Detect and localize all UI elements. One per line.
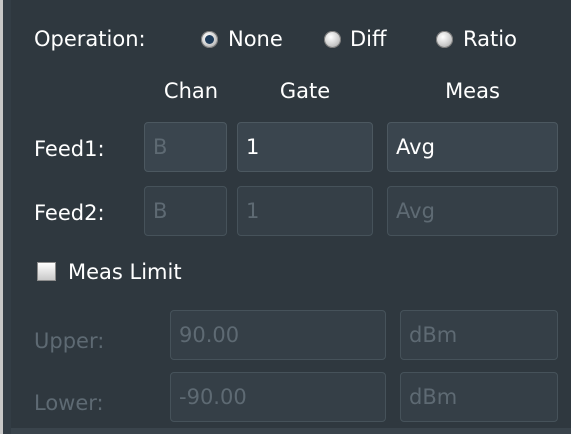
meas-limit-label: Meas Limit	[68, 260, 182, 284]
upper-label: Upper:	[34, 329, 105, 353]
feed1-label: Feed1:	[34, 137, 105, 161]
panel-bottom-strip	[11, 428, 571, 434]
column-header-meas: Meas	[445, 79, 500, 103]
window-frame: Operation: None Diff Ratio Chan Gate Mea…	[0, 0, 571, 434]
feed2-meas-field[interactable]: Avg	[387, 186, 558, 236]
upper-unit-field[interactable]: dBm	[400, 310, 558, 360]
operation-option-ratio-label: Ratio	[463, 27, 517, 51]
upper-value-field[interactable]: 90.00	[170, 310, 386, 360]
meas-limit-checkbox[interactable]	[37, 262, 56, 281]
feed1-chan-field[interactable]: B	[144, 122, 227, 172]
radio-none-icon[interactable]	[201, 31, 218, 48]
combine-settings-panel: Operation: None Diff Ratio Chan Gate Mea…	[11, 0, 571, 428]
lower-value-field[interactable]: -90.00	[170, 372, 386, 422]
feed2-gate-field[interactable]: 1	[237, 186, 373, 236]
radio-diff-icon[interactable]	[324, 31, 341, 48]
lower-label: Lower:	[34, 391, 104, 415]
radio-ratio-icon[interactable]	[436, 31, 453, 48]
operation-label: Operation:	[34, 27, 146, 51]
left-divider-bar	[3, 0, 11, 434]
column-header-gate: Gate	[279, 79, 331, 103]
operation-option-diff-label: Diff	[350, 27, 387, 51]
feed1-meas-field[interactable]: Avg	[387, 122, 558, 172]
feed2-chan-field[interactable]: B	[144, 186, 227, 236]
lower-unit-field[interactable]: dBm	[400, 372, 558, 422]
feed2-label: Feed2:	[34, 201, 105, 225]
operation-option-none-label: None	[228, 27, 283, 51]
feed1-gate-field[interactable]: 1	[237, 122, 373, 172]
column-header-chan: Chan	[163, 79, 219, 103]
